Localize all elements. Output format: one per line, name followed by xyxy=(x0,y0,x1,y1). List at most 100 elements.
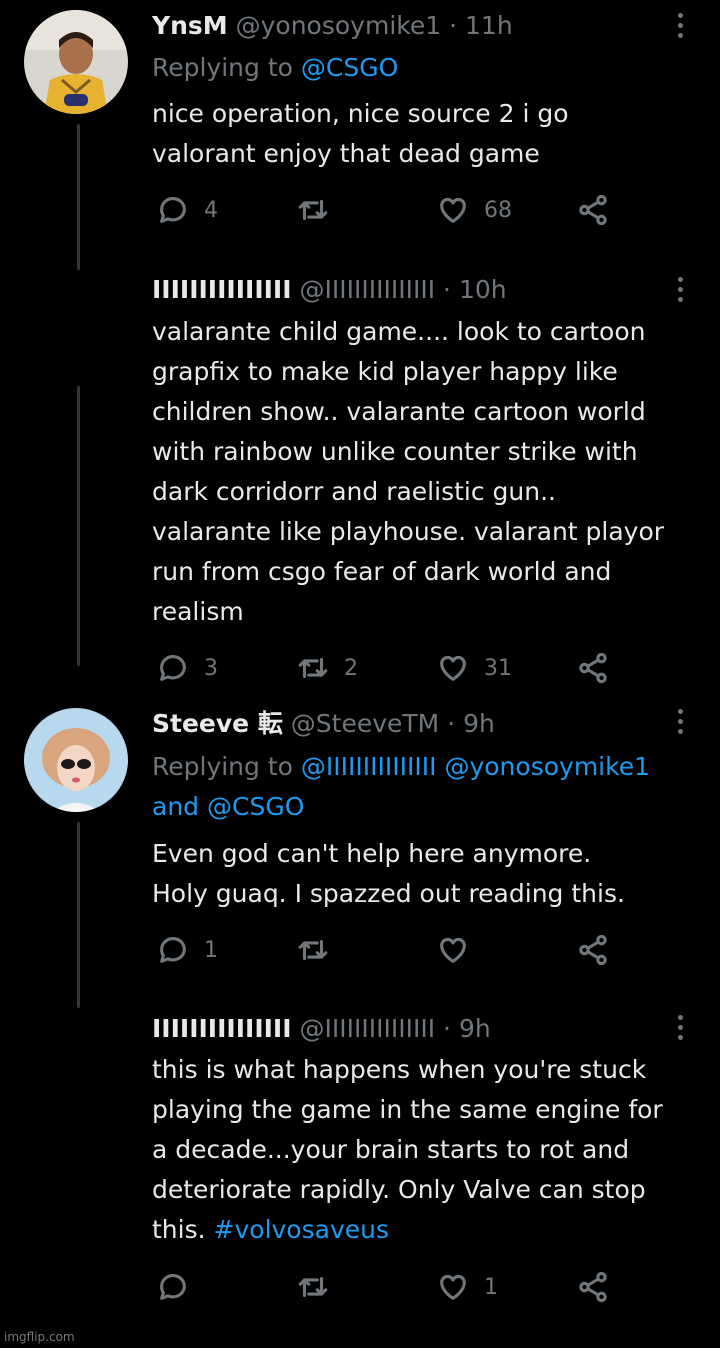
separator-dot: · xyxy=(447,709,456,738)
share-button[interactable] xyxy=(576,648,610,688)
replying-and: and xyxy=(152,792,200,821)
tweet-actions: 1 xyxy=(152,930,632,970)
more-options-icon[interactable] xyxy=(668,704,692,740)
hashtag-link[interactable]: #volvosaveus xyxy=(214,1215,389,1244)
reply-icon xyxy=(160,197,186,223)
share-button[interactable] xyxy=(576,190,610,230)
mention-link[interactable]: @CSGO xyxy=(207,792,304,821)
mention-link[interactable]: @IIIIIIIIIIIIIII xyxy=(301,752,437,781)
user-handle[interactable]: @IIIIIIIIIIIIIII xyxy=(299,1014,435,1043)
heart-icon xyxy=(440,937,466,963)
user-handle[interactable]: @IIIIIIIIIIIIIII xyxy=(299,275,435,304)
timestamp[interactable]: 11h xyxy=(465,11,513,40)
tweet-text-line: grapfix to make kid player happy like xyxy=(152,357,618,386)
more-options-icon[interactable] xyxy=(668,1010,692,1046)
avatar-steeve[interactable] xyxy=(24,708,128,812)
reply-count: 4 xyxy=(204,197,218,223)
tweet-actions: 3 2 31 xyxy=(152,648,632,688)
tweet-text-line: realism xyxy=(152,597,244,626)
tweet-text-line: with rainbow unlike counter strike with xyxy=(152,437,638,466)
tweet-text: nice operation, nice source 2 i go valor… xyxy=(152,94,697,174)
like-button[interactable]: 68 xyxy=(436,190,512,230)
thread-line xyxy=(77,822,80,1008)
tweet-text-line: run from csgo fear of dark world and xyxy=(152,557,612,586)
thread-line xyxy=(77,124,80,270)
tweet-text-fragment: this. xyxy=(152,1215,206,1244)
retweet-button[interactable]: 2 xyxy=(296,648,358,688)
more-options-icon[interactable] xyxy=(668,272,692,308)
retweet-button[interactable] xyxy=(296,1267,344,1307)
tweet-text-line: dark corridorr and raelistic gun.. xyxy=(152,477,556,506)
tweet-text: this is what happens when you're stuck p… xyxy=(152,1050,697,1250)
timestamp[interactable]: 9h xyxy=(463,709,495,738)
like-count: 68 xyxy=(484,197,512,223)
retweet-icon xyxy=(298,1276,328,1298)
user-handle[interactable]: @yonosoymike1 xyxy=(236,11,442,40)
tweet-text-line: nice operation, nice source 2 i go xyxy=(152,99,569,128)
tweet-text-line: this. #volvosaveus xyxy=(152,1210,697,1250)
separator-dot: · xyxy=(443,1014,451,1043)
tweet-header: IIIIIIIIIIIIIII @IIIIIIIIIIIIIII · 9h xyxy=(152,1013,491,1045)
heart-icon xyxy=(440,655,466,681)
watermark-bar: imgflip.com xyxy=(0,1326,720,1348)
tweet-actions: 1 xyxy=(152,1267,632,1307)
like-count: 31 xyxy=(484,655,512,681)
reply-button[interactable]: 1 xyxy=(156,930,218,970)
tweet-header: Steeve 転 @SteeveTM · 9h xyxy=(152,708,495,740)
tweet-text-line: valorant enjoy that dead game xyxy=(152,139,540,168)
reply-icon xyxy=(160,937,186,963)
retweet-button[interactable] xyxy=(296,190,344,230)
display-name[interactable]: Steeve 転 xyxy=(152,709,283,738)
reply-button[interactable]: 4 xyxy=(156,190,218,230)
retweet-icon xyxy=(298,199,328,221)
tweet-actions: 4 68 xyxy=(152,190,632,230)
avatar-steeve-image xyxy=(24,708,128,812)
tweet-text-line: this is what happens when you're stuck xyxy=(152,1055,647,1084)
reply-button[interactable]: 3 xyxy=(156,648,218,688)
tweet-text: valarante child game.... look to cartoon… xyxy=(152,312,697,632)
tweet-text: Even god can't help here anymore. Holy g… xyxy=(152,834,697,914)
tweet-text-line: playing the game in the same engine for xyxy=(152,1095,663,1124)
like-button[interactable]: 31 xyxy=(436,648,512,688)
mention-link[interactable]: @CSGO xyxy=(301,53,398,82)
replying-to-prefix: Replying to xyxy=(152,752,293,781)
tweet-text-line: valarante child game.... look to cartoon xyxy=(152,317,646,346)
reply-icon xyxy=(160,655,186,681)
tweet-text-line: valarante like playhouse. valarant playo… xyxy=(152,517,665,546)
tweet-text-line: Even god can't help here anymore. xyxy=(152,839,592,868)
display-name[interactable]: IIIIIIIIIIIIIII xyxy=(152,275,292,304)
retweet-icon xyxy=(298,657,328,679)
display-name[interactable]: IIIIIIIIIIIIIII xyxy=(152,1014,292,1043)
separator-dot: · xyxy=(443,275,451,304)
like-button[interactable]: 1 xyxy=(436,1267,498,1307)
reply-icon xyxy=(160,1274,186,1300)
reply-count: 1 xyxy=(204,937,218,963)
tweet-text-line: a decade...your brain starts to rot and xyxy=(152,1135,630,1164)
display-name[interactable]: YnsM xyxy=(152,11,228,40)
retweet-icon xyxy=(298,939,328,961)
timestamp[interactable]: 10h xyxy=(459,275,507,304)
retweet-button[interactable] xyxy=(296,930,344,970)
reply-count: 3 xyxy=(204,655,218,681)
user-handle[interactable]: @SteeveTM xyxy=(291,709,439,738)
mention-link[interactable]: @yonosoymike1 xyxy=(444,752,650,781)
thread-line xyxy=(77,386,80,666)
share-icon xyxy=(579,1271,607,1303)
share-icon xyxy=(579,652,607,684)
more-options-icon[interactable] xyxy=(668,8,692,44)
avatar-ynsm[interactable] xyxy=(24,10,128,114)
replying-to-line: Replying to @CSGO xyxy=(152,48,692,88)
reply-button[interactable] xyxy=(156,1267,204,1307)
like-button[interactable] xyxy=(436,930,484,970)
replying-to-line: Replying to @IIIIIIIIIIIIIII @yonosoymik… xyxy=(152,747,692,827)
tweet-text-line: children show.. valarante cartoon world xyxy=(152,397,646,426)
like-count: 1 xyxy=(484,1274,498,1300)
heart-icon xyxy=(440,1274,466,1300)
tweet-text-line: deteriorate rapidly. Only Valve can stop xyxy=(152,1175,646,1204)
tweet-header: YnsM @yonosoymike1 · 11h xyxy=(152,10,513,42)
timestamp[interactable]: 9h xyxy=(459,1014,491,1043)
separator-dot: · xyxy=(449,11,458,40)
imgflip-watermark: imgflip.com xyxy=(4,1330,75,1344)
share-button[interactable] xyxy=(576,1267,610,1307)
share-button[interactable] xyxy=(576,930,610,970)
